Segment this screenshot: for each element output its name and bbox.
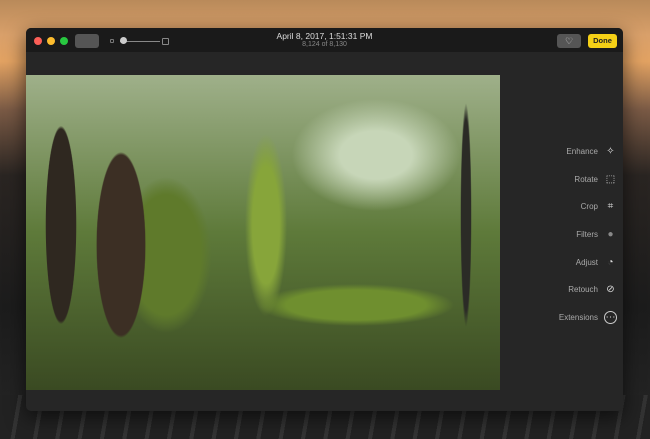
more-icon: ⋯ [604,310,617,324]
photo-count: 8,124 of 8,130 [302,41,347,48]
photos-window: April 8, 2017, 1:51:31 PM 8,124 of 8,130… [26,28,623,411]
edit-tools: Enhance ✧ Rotate ⬚ Crop ⌗ Filters ● Adjust ◔ … [543,138,623,331]
tool-extensions[interactable]: Extensions ⋯ [543,304,623,332]
tool-crop[interactable]: Crop ⌗ [543,193,623,221]
tool-label: Enhance [566,147,598,157]
tool-label: Adjust [575,257,598,267]
rotate-icon: ⬚ [605,173,616,185]
favorite-button[interactable]: ♡ [557,34,581,48]
tool-rotate[interactable]: Rotate ⬚ [543,166,623,194]
tool-retouch[interactable]: Retouch ⊘ [543,276,623,304]
tool-enhance[interactable]: Enhance ✧ [543,138,623,166]
toolbar: April 8, 2017, 1:51:31 PM 8,124 of 8,130… [26,28,623,52]
tool-label: Rotate [574,174,598,184]
tool-adjust[interactable]: Adjust ◔ [543,248,623,276]
tool-label: Retouch [568,285,598,295]
crop-icon: ⌗ [607,201,614,213]
filters-icon: ● [607,229,614,241]
heart-icon: ♡ [564,36,574,46]
done-button[interactable]: Done [588,34,617,48]
adjust-icon: ◔ [607,256,614,268]
tool-filters[interactable]: Filters ● [543,221,623,249]
tool-label: Crop [580,202,598,212]
tool-label: Filters [576,230,598,240]
photo-date: April 8, 2017, 1:51:31 PM [276,31,373,41]
bandage-icon: ⊘ [606,284,615,296]
photo-image [26,75,500,390]
magic-wand-icon: ✧ [606,146,615,158]
tool-label: Extensions [558,312,598,322]
